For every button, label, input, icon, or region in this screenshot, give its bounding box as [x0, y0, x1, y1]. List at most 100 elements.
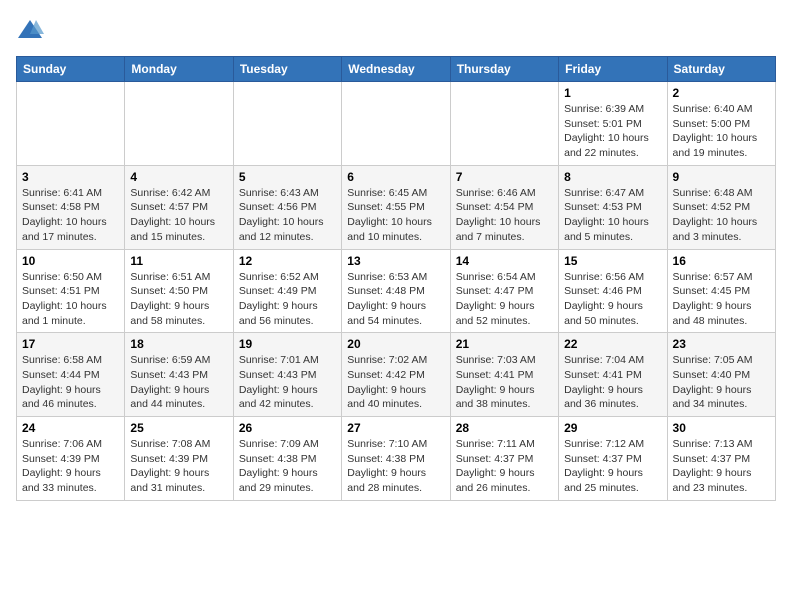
calendar-cell: 26Sunrise: 7:09 AM Sunset: 4:38 PM Dayli… [233, 417, 341, 501]
calendar-cell: 16 Sunrise: 6:57 AM Sunset: 4:45 PM Dayli… [667, 249, 775, 333]
weekday-header-friday: Friday [559, 57, 667, 82]
calendar-cell: 2 Sunrise: 6:40 AM Sunset: 5:00 PM Daylig… [667, 82, 775, 166]
calendar-cell: 5 Sunrise: 6:43 AM Sunset: 4:56 PM Daylig… [233, 165, 341, 249]
weekday-header-wednesday: Wednesday [342, 57, 450, 82]
day-info: Sunrise: 6:58 AM Sunset: 4:44 PM Dayligh… [22, 353, 119, 412]
day-number: 24 [22, 421, 119, 435]
calendar-cell: 6 Sunrise: 6:45 AM Sunset: 4:55 PM Daylig… [342, 165, 450, 249]
weekday-header-row: SundayMondayTuesdayWednesdayThursdayFrid… [17, 57, 776, 82]
day-info: Sunrise: 6:43 AM Sunset: 4:56 PM Dayligh… [239, 186, 336, 245]
calendar-cell: 29 Sunrise: 7:12 AM Sunset: 4:37 PM Dayli… [559, 417, 667, 501]
calendar-cell: 30 Sunrise: 7:13 AM Sunset: 4:37 PM Dayli… [667, 417, 775, 501]
day-number: 25 [130, 421, 227, 435]
day-info: Sunrise: 6:53 AM Sunset: 4:48 PM Dayligh… [347, 270, 444, 329]
calendar-week-2: 3 Sunrise: 6:41 AM Sunset: 4:58 PM Daylig… [17, 165, 776, 249]
calendar-cell: 23 Sunrise: 7:05 AM Sunset: 4:40 PM Dayli… [667, 333, 775, 417]
day-number: 17 [22, 337, 119, 351]
day-number: 14 [456, 254, 553, 268]
calendar-cell: 12 Sunrise: 6:52 AM Sunset: 4:49 PM Dayli… [233, 249, 341, 333]
day-info: Sunrise: 6:54 AM Sunset: 4:47 PM Dayligh… [456, 270, 553, 329]
weekday-header-thursday: Thursday [450, 57, 558, 82]
weekday-header-saturday: Saturday [667, 57, 775, 82]
day-number: 27 [347, 421, 444, 435]
day-info: Sunrise: 6:52 AM Sunset: 4:49 PM Dayligh… [239, 270, 336, 329]
day-info: Sunrise: 6:50 AM Sunset: 4:51 PM Dayligh… [22, 270, 119, 329]
day-number: 18 [130, 337, 227, 351]
calendar-cell: 14 Sunrise: 6:54 AM Sunset: 4:47 PM Dayli… [450, 249, 558, 333]
day-info: Sunrise: 6:39 AM Sunset: 5:01 PM Dayligh… [564, 102, 661, 161]
day-info: Sunrise: 6:59 AM Sunset: 4:43 PM Dayligh… [130, 353, 227, 412]
calendar-week-1: 1 Sunrise: 6:39 AM Sunset: 5:01 PM Daylig… [17, 82, 776, 166]
day-info: Sunrise: 7:03 AM Sunset: 4:41 PM Dayligh… [456, 353, 553, 412]
day-info: Sunrise: 6:41 AM Sunset: 4:58 PM Dayligh… [22, 186, 119, 245]
day-info: Sunrise: 6:42 AM Sunset: 4:57 PM Dayligh… [130, 186, 227, 245]
day-number: 20 [347, 337, 444, 351]
calendar-cell: 15 Sunrise: 6:56 AM Sunset: 4:46 PM Dayli… [559, 249, 667, 333]
calendar-week-5: 24Sunrise: 7:06 AM Sunset: 4:39 PM Dayli… [17, 417, 776, 501]
calendar-cell: 3 Sunrise: 6:41 AM Sunset: 4:58 PM Daylig… [17, 165, 125, 249]
logo-icon [16, 16, 44, 44]
day-number: 29 [564, 421, 661, 435]
day-info: Sunrise: 6:40 AM Sunset: 5:00 PM Dayligh… [673, 102, 770, 161]
day-number: 7 [456, 170, 553, 184]
calendar-cell: 4Sunrise: 6:42 AM Sunset: 4:57 PM Daylig… [125, 165, 233, 249]
day-number: 5 [239, 170, 336, 184]
day-number: 8 [564, 170, 661, 184]
calendar-cell: 13 Sunrise: 6:53 AM Sunset: 4:48 PM Dayli… [342, 249, 450, 333]
day-number: 13 [347, 254, 444, 268]
calendar-cell: 11 Sunrise: 6:51 AM Sunset: 4:50 PM Dayli… [125, 249, 233, 333]
calendar-cell [450, 82, 558, 166]
calendar-cell [233, 82, 341, 166]
day-number: 12 [239, 254, 336, 268]
day-info: Sunrise: 6:45 AM Sunset: 4:55 PM Dayligh… [347, 186, 444, 245]
day-info: Sunrise: 7:08 AM Sunset: 4:39 PM Dayligh… [130, 437, 227, 496]
calendar-cell: 19Sunrise: 7:01 AM Sunset: 4:43 PM Dayli… [233, 333, 341, 417]
calendar-week-4: 17 Sunrise: 6:58 AM Sunset: 4:44 PM Dayli… [17, 333, 776, 417]
day-number: 19 [239, 337, 336, 351]
day-number: 9 [673, 170, 770, 184]
calendar-cell: 28 Sunrise: 7:11 AM Sunset: 4:37 PM Dayli… [450, 417, 558, 501]
day-number: 16 [673, 254, 770, 268]
day-number: 22 [564, 337, 661, 351]
day-info: Sunrise: 7:05 AM Sunset: 4:40 PM Dayligh… [673, 353, 770, 412]
calendar-cell: 7Sunrise: 6:46 AM Sunset: 4:54 PM Daylig… [450, 165, 558, 249]
day-info: Sunrise: 6:57 AM Sunset: 4:45 PM Dayligh… [673, 270, 770, 329]
day-info: Sunrise: 7:09 AM Sunset: 4:38 PM Dayligh… [239, 437, 336, 496]
day-info: Sunrise: 6:51 AM Sunset: 4:50 PM Dayligh… [130, 270, 227, 329]
day-info: Sunrise: 7:12 AM Sunset: 4:37 PM Dayligh… [564, 437, 661, 496]
day-number: 21 [456, 337, 553, 351]
calendar-cell: 10 Sunrise: 6:50 AM Sunset: 4:51 PM Dayli… [17, 249, 125, 333]
weekday-header-sunday: Sunday [17, 57, 125, 82]
calendar-cell: 17 Sunrise: 6:58 AM Sunset: 4:44 PM Dayli… [17, 333, 125, 417]
weekday-header-tuesday: Tuesday [233, 57, 341, 82]
day-number: 28 [456, 421, 553, 435]
calendar-cell: 9 Sunrise: 6:48 AM Sunset: 4:52 PM Daylig… [667, 165, 775, 249]
day-number: 11 [130, 254, 227, 268]
day-number: 23 [673, 337, 770, 351]
calendar-cell: 27 Sunrise: 7:10 AM Sunset: 4:38 PM Dayli… [342, 417, 450, 501]
calendar-cell: 22 Sunrise: 7:04 AM Sunset: 4:41 PM Dayli… [559, 333, 667, 417]
weekday-header-monday: Monday [125, 57, 233, 82]
calendar-cell: 24Sunrise: 7:06 AM Sunset: 4:39 PM Dayli… [17, 417, 125, 501]
day-number: 15 [564, 254, 661, 268]
day-info: Sunrise: 6:48 AM Sunset: 4:52 PM Dayligh… [673, 186, 770, 245]
calendar-cell: 1 Sunrise: 6:39 AM Sunset: 5:01 PM Daylig… [559, 82, 667, 166]
day-info: Sunrise: 6:47 AM Sunset: 4:53 PM Dayligh… [564, 186, 661, 245]
calendar-cell: 25 Sunrise: 7:08 AM Sunset: 4:39 PM Dayli… [125, 417, 233, 501]
day-number: 1 [564, 86, 661, 100]
day-info: Sunrise: 7:13 AM Sunset: 4:37 PM Dayligh… [673, 437, 770, 496]
day-info: Sunrise: 7:04 AM Sunset: 4:41 PM Dayligh… [564, 353, 661, 412]
day-info: Sunrise: 6:56 AM Sunset: 4:46 PM Dayligh… [564, 270, 661, 329]
day-info: Sunrise: 7:11 AM Sunset: 4:37 PM Dayligh… [456, 437, 553, 496]
day-info: Sunrise: 7:10 AM Sunset: 4:38 PM Dayligh… [347, 437, 444, 496]
day-number: 2 [673, 86, 770, 100]
calendar-week-3: 10 Sunrise: 6:50 AM Sunset: 4:51 PM Dayli… [17, 249, 776, 333]
day-info: Sunrise: 7:02 AM Sunset: 4:42 PM Dayligh… [347, 353, 444, 412]
logo [16, 16, 48, 44]
day-number: 3 [22, 170, 119, 184]
calendar-cell [342, 82, 450, 166]
calendar-cell [125, 82, 233, 166]
day-number: 30 [673, 421, 770, 435]
day-number: 6 [347, 170, 444, 184]
day-number: 10 [22, 254, 119, 268]
